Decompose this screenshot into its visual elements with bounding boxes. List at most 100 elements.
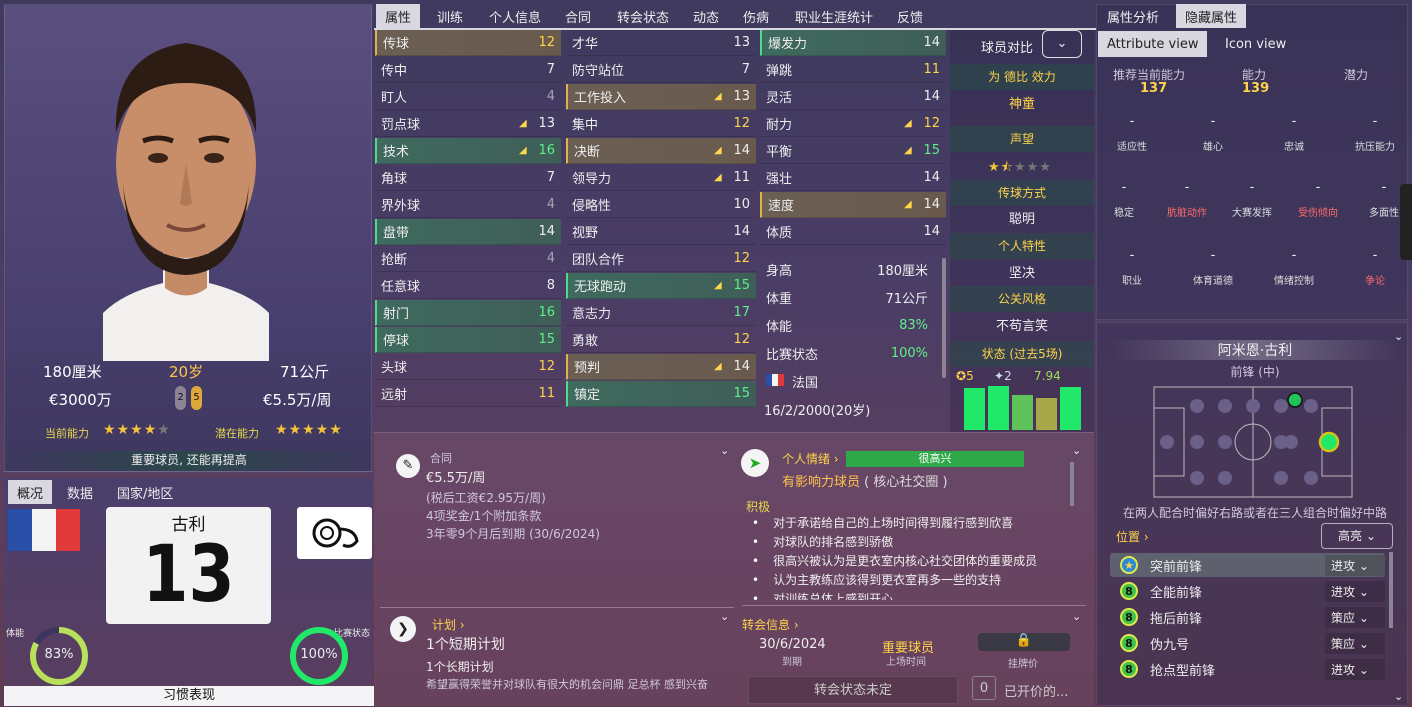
attr-name: 弹跳 xyxy=(766,64,793,79)
left-foot-rating: 2 xyxy=(175,386,186,410)
transfer-collapse-icon[interactable]: ⌄ xyxy=(1072,610,1081,623)
star-icon: ★ xyxy=(288,422,302,438)
attr-value: 7 xyxy=(741,62,750,77)
role-duty-dropdown[interactable]: 进攻 ⌄ xyxy=(1325,658,1385,680)
happiness-text: 认为主教练应该得到更衣室再多一些的支持 xyxy=(773,573,1002,587)
reputation-stars: ★⯪★★★ xyxy=(988,158,1052,180)
transfer-link[interactable]: 转会信息 › xyxy=(742,616,799,633)
potential-ability-stars: ★★★★★ xyxy=(275,422,343,438)
mental-attr-row: 无球跑动 ◢ 15 xyxy=(566,273,756,299)
form-bar xyxy=(1036,398,1057,430)
transfer-expiry: 30/6/2024 xyxy=(759,637,826,652)
tab-overview[interactable]: 概况 xyxy=(8,480,53,504)
role-suitability-icon: 8 xyxy=(1120,582,1138,600)
tab-4[interactable]: 转会状态 xyxy=(608,4,678,28)
hidden-attr-label: 抗压能力 xyxy=(1355,142,1395,153)
passing-style: 聪明 xyxy=(1008,212,1035,227)
role-duty-dropdown[interactable]: 进攻 ⌄ xyxy=(1325,580,1385,602)
position-label: 位置 xyxy=(1116,530,1141,544)
attr-name: 平衡 xyxy=(766,145,793,160)
attr-value: 11 xyxy=(923,62,940,77)
avg-rating: 7.94 xyxy=(1034,369,1061,383)
assists-value: 2 xyxy=(1004,369,1012,383)
technical-attr-row: 传中 7 xyxy=(375,57,561,83)
tab-8[interactable]: 反馈 xyxy=(888,4,932,28)
tab-2[interactable]: 个人信息 xyxy=(480,4,550,28)
star-icon: ★ xyxy=(1013,160,1026,175)
role-suitability-icon: 8 xyxy=(1120,660,1138,678)
nickname: 神童 xyxy=(1008,97,1035,112)
role-row[interactable]: 8 全能前锋 进攻 ⌄ xyxy=(1110,579,1385,603)
arrow-up-icon: ◢ xyxy=(519,145,527,156)
tab-attribute-analysis[interactable]: 属性分析 xyxy=(1098,4,1168,28)
attr-name: 决断 xyxy=(574,145,601,160)
role-duty-dropdown[interactable]: 策应 ⌄ xyxy=(1325,632,1385,654)
side-drawer-handle[interactable] xyxy=(1400,184,1412,260)
tab-5[interactable]: 动态 xyxy=(684,4,728,28)
role-row[interactable]: ★ 突前前锋 进攻 ⌄ xyxy=(1110,553,1385,577)
hidden-attr-label: 受伤倾向 xyxy=(1298,208,1338,219)
contract-bonuses: 4项奖金/1个附加条款 xyxy=(426,509,542,523)
bio-label: 体重 xyxy=(766,291,793,307)
bio-row: 身高 180厘米 xyxy=(760,256,934,282)
tab-hidden-attributes[interactable]: 隐藏属性 xyxy=(1176,4,1247,28)
tab-6[interactable]: 伤病 xyxy=(734,4,778,28)
tab-stats[interactable]: 数据 xyxy=(58,480,102,504)
attr-name: 罚点球 xyxy=(381,118,421,133)
mental-attr-row: 防守站位 7 xyxy=(566,57,756,83)
attr-value: 12 xyxy=(538,359,555,374)
bio-row: 比赛状态 100% xyxy=(760,340,934,366)
role-row[interactable]: 8 拖后前锋 策应 ⌄ xyxy=(1110,605,1385,629)
happiness-collapse-icon[interactable]: ⌄ xyxy=(1072,444,1081,457)
arrow-up-icon: ◢ xyxy=(904,118,912,129)
happiness-link[interactable]: 个人情绪 › xyxy=(782,450,839,467)
attr-value: 12 xyxy=(733,332,750,347)
highlight-dropdown[interactable]: 高亮 ⌄ xyxy=(1321,523,1393,549)
attr-name: 意志力 xyxy=(572,307,612,322)
tab-nation[interactable]: 国家/地区 xyxy=(108,480,182,504)
mental-attr-row: 领导力 ◢ 11 xyxy=(566,165,756,191)
contract-collapse-icon[interactable]: ⌄ xyxy=(720,444,729,457)
habits-button[interactable]: 习惯表现 xyxy=(4,686,374,706)
role-duty-dropdown[interactable]: 策应 ⌄ xyxy=(1325,606,1385,628)
position-link[interactable]: 位置 › xyxy=(1116,528,1149,545)
attr-value: 12 xyxy=(733,251,750,266)
attr-value: 15 xyxy=(923,143,940,158)
tab-icon-view[interactable]: Icon view xyxy=(1216,31,1295,57)
hidden-attr-value: - xyxy=(1210,248,1216,263)
attr-name: 集中 xyxy=(572,118,599,133)
attr-name: 速度 xyxy=(768,199,795,214)
transfer-expiry-label: 到期 xyxy=(782,657,802,668)
club-crest[interactable] xyxy=(297,507,372,559)
roles-scrollbar[interactable] xyxy=(1389,552,1393,628)
attr-name: 技术 xyxy=(383,145,410,160)
attr-value: 8 xyxy=(546,278,555,293)
attr-value: 7 xyxy=(546,170,555,185)
bio-scrollbar[interactable] xyxy=(942,258,946,378)
tab-attribute-view[interactable]: Attribute view xyxy=(1098,31,1208,57)
compare-dropdown[interactable]: ⌄ xyxy=(1042,30,1082,58)
positions-collapse-icon[interactable]: ⌄ xyxy=(1394,330,1403,343)
tab-7[interactable]: 职业生涯统计 xyxy=(786,4,882,28)
attr-name: 才华 xyxy=(572,37,599,52)
mental-attr-row: 勇敢 12 xyxy=(566,327,756,353)
hidden-attr-value: - xyxy=(1129,114,1135,129)
attr-name: 头球 xyxy=(381,361,408,376)
roles-more-icon[interactable]: ⌄ xyxy=(1394,690,1403,703)
bullet-icon: • xyxy=(752,535,760,549)
plans-link[interactable]: 计划 › xyxy=(432,616,465,633)
tab-3[interactable]: 合同 xyxy=(556,4,600,28)
attr-value: 14 xyxy=(923,35,940,50)
role-duty-dropdown[interactable]: 进攻 ⌄ xyxy=(1325,554,1385,576)
hidden-attr-label: 职业 xyxy=(1122,276,1142,287)
happiness-text: 对于承诺给自己的上场时间得到履行感到欣喜 xyxy=(773,516,1014,530)
role-row[interactable]: 8 伪九号 策应 ⌄ xyxy=(1110,631,1385,655)
role-row[interactable]: 8 抢点型前锋 进攻 ⌄ xyxy=(1110,657,1385,681)
tab-1[interactable]: 训练 xyxy=(428,4,472,28)
attr-name: 远射 xyxy=(381,388,408,403)
hidden-attr-label: 雄心 xyxy=(1203,142,1223,153)
plans-collapse-icon[interactable]: ⌄ xyxy=(720,610,729,623)
tab-0[interactable]: 属性 xyxy=(376,4,421,28)
happiness-scrollbar[interactable] xyxy=(1070,462,1074,506)
arrow-up-icon: ◢ xyxy=(714,280,722,291)
